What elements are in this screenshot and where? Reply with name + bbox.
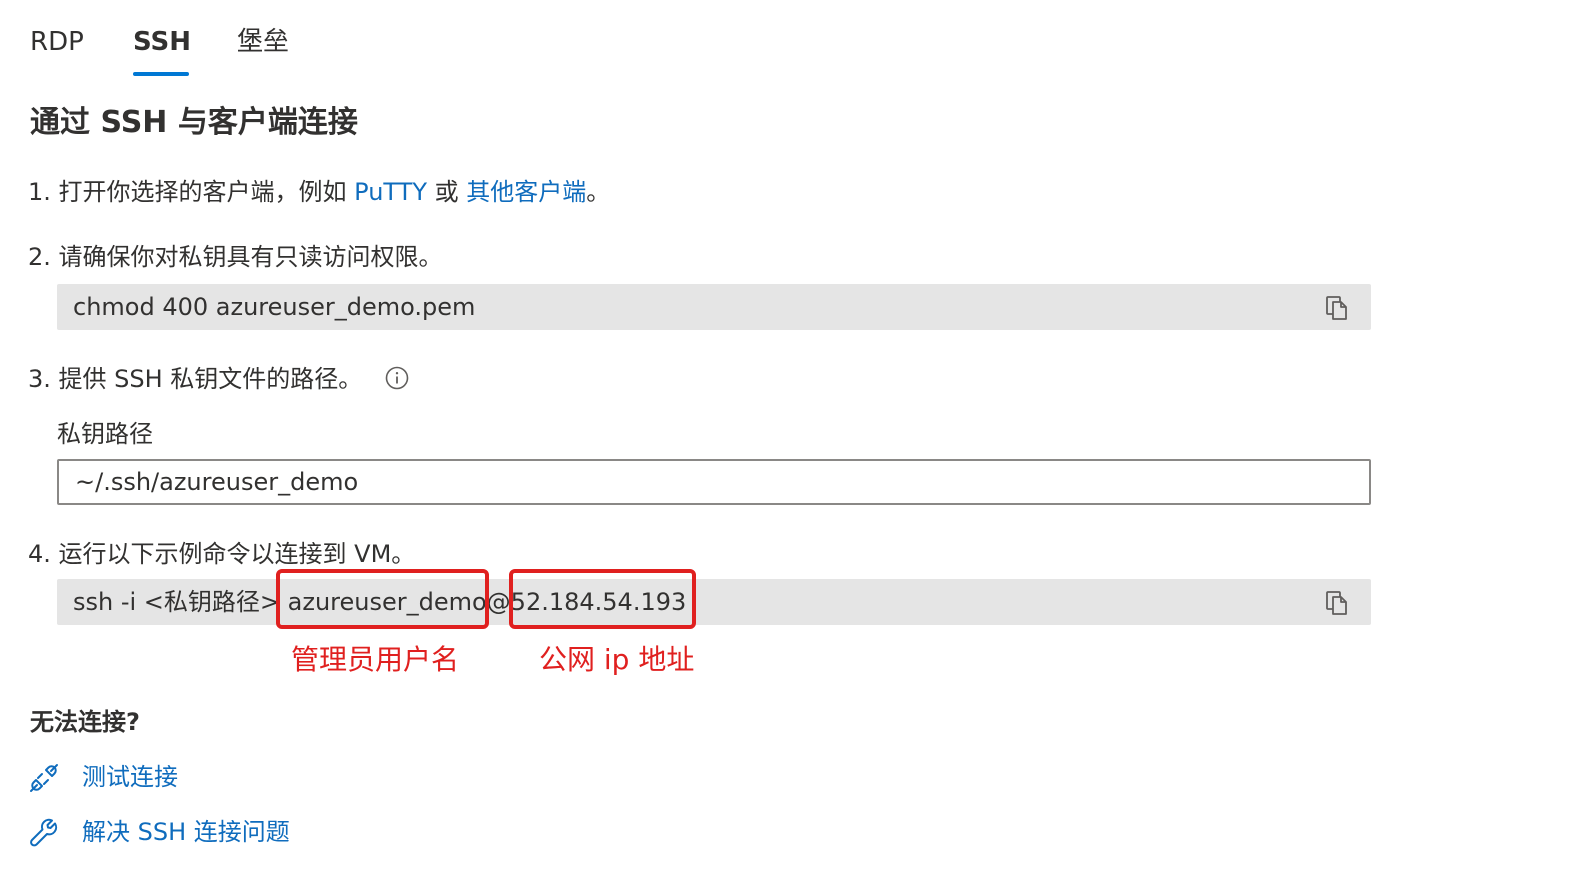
page-title: 通过 SSH 与客户端连接	[30, 105, 358, 140]
wrench-icon	[30, 818, 58, 847]
private-key-path-input[interactable]	[57, 459, 1371, 505]
chmod-command-text[interactable]: chmod 400 azureuser_demo.pem	[73, 290, 475, 324]
step-1: 1. 打开你选择的客户端，例如 PuTTY 或 其他客户端。	[28, 175, 610, 209]
step-4: 4. 运行以下示例命令以连接到 VM。	[28, 540, 416, 568]
tab-bastion[interactable]: 堡垒	[237, 24, 289, 60]
copy-ssh-command-icon[interactable]	[1325, 590, 1349, 616]
test-connection-link[interactable]: 测试连接	[28, 760, 228, 796]
tab-ssh[interactable]: SSH	[133, 24, 191, 60]
troubleshoot-ssh-link[interactable]: 解决 SSH 连接问题	[28, 815, 328, 851]
other-clients-link[interactable]: 其他客户端	[466, 178, 586, 206]
admin-username-annotation: 管理员用户名	[291, 643, 460, 676]
putty-link[interactable]: PuTTY	[354, 178, 427, 206]
step-1-prefix: 1. 打开你选择的客户端，例如	[28, 178, 355, 206]
step-1-middle: 或	[426, 178, 467, 206]
private-key-path-label: 私钥路径	[57, 420, 153, 448]
copy-chmod-icon[interactable]	[1325, 295, 1349, 321]
public-ip-annotation: 公网 ip 地址	[539, 643, 695, 676]
step-1-suffix: 。	[586, 178, 611, 206]
troubleshoot-ssh-label[interactable]: 解决 SSH 连接问题	[82, 815, 290, 849]
chmod-command-box: chmod 400 azureuser_demo.pem	[57, 284, 1371, 330]
step-2: 2. 请确保你对私钥具有只读访问权限。	[28, 243, 443, 271]
step-3: 3. 提供 SSH 私钥文件的路径。	[28, 365, 363, 393]
tab-rdp[interactable]: RDP	[30, 24, 84, 60]
admin-username-highlight-box	[276, 569, 489, 629]
ssh-command-box: ssh -i <私钥路径> azureuser_demo@52.184.54.1…	[57, 579, 1371, 625]
plug-icon	[30, 764, 58, 792]
public-ip-highlight-box	[509, 569, 696, 629]
test-connection-label[interactable]: 测试连接	[82, 760, 178, 794]
active-tab-indicator	[133, 72, 189, 76]
info-icon[interactable]	[385, 366, 409, 390]
cannot-connect-heading: 无法连接?	[30, 708, 140, 736]
